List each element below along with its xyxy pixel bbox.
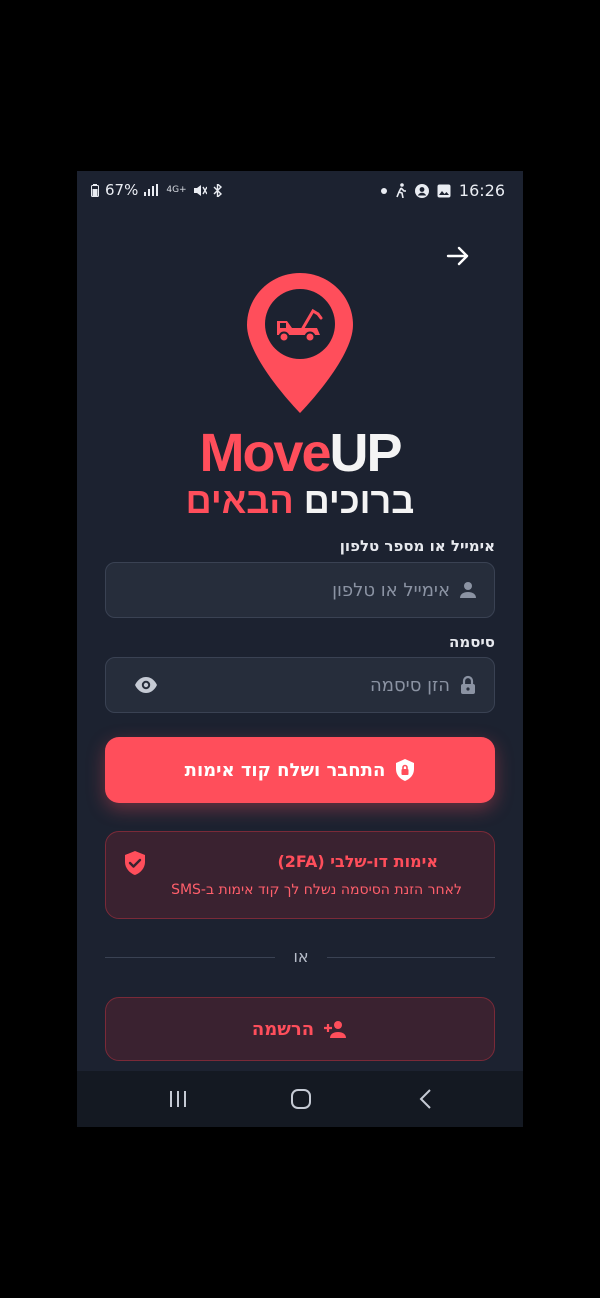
system-nav-bar xyxy=(77,1071,523,1127)
email-placeholder: אימייל או טלפון xyxy=(332,579,450,601)
app-logo-text: MoveUP xyxy=(77,423,523,483)
status-right: 16:26 xyxy=(380,181,505,200)
shield-check-icon xyxy=(125,851,145,875)
status-time: 16:26 xyxy=(458,181,505,200)
email-field[interactable]: אימייל או טלפון xyxy=(105,562,495,618)
battery-percent: 67% xyxy=(105,181,139,199)
back-chevron-icon[interactable] xyxy=(411,1087,441,1111)
recents-icon[interactable] xyxy=(163,1087,193,1111)
mute-icon xyxy=(193,184,207,196)
password-field[interactable]: הזן סיסמה xyxy=(105,657,495,713)
password-field-content: הזן סיסמה xyxy=(370,658,478,712)
twofa-subtitle: לאחר הזנת הסיסמה נשלח לך קוד אימות ב-SMS xyxy=(171,882,462,898)
person-icon xyxy=(460,582,476,598)
twofa-notice: אימות דו-שלבי (2FA) לאחר הזנת הסיסמה נשל… xyxy=(105,831,495,919)
lock-icon xyxy=(461,675,475,694)
tow-truck-pin-icon xyxy=(247,273,353,413)
app-screen: 67% 4G+ 16:26 MoveUP ברוכים הבאים אימייל… xyxy=(77,171,523,1127)
twofa-title: אימות דו-שלבי (2FA) xyxy=(277,852,438,871)
home-icon[interactable] xyxy=(286,1087,316,1111)
arrow-right-icon[interactable] xyxy=(445,243,471,269)
image-icon xyxy=(437,184,451,197)
email-label: אימייל או מספר טלפון xyxy=(339,537,495,555)
status-bar: 67% 4G+ 16:26 xyxy=(77,171,523,209)
person-add-icon xyxy=(324,1021,347,1038)
login-send-code-button[interactable]: התחבר ושלח קוד אימות xyxy=(105,737,495,803)
brand-name-up: UP xyxy=(329,423,403,483)
welcome-red: הבאים xyxy=(185,480,294,521)
dot-icon xyxy=(380,187,387,194)
signal-icon xyxy=(144,184,159,196)
account-icon xyxy=(414,183,429,198)
bluetooth-icon xyxy=(213,183,222,197)
eye-icon[interactable] xyxy=(134,675,158,695)
brand-block: MoveUP ברוכים הבאים xyxy=(77,423,523,521)
divider-right xyxy=(327,957,495,958)
login-button-label: התחבר ושלח קוד אימות xyxy=(184,759,386,781)
network-type: 4G+ xyxy=(166,185,187,195)
register-label: הרשמה xyxy=(251,1018,315,1040)
shield-lock-icon xyxy=(396,759,415,781)
email-field-content: אימייל או טלפון xyxy=(332,563,478,617)
welcome-title: ברוכים הבאים xyxy=(77,481,523,521)
walk-icon xyxy=(396,183,406,198)
battery-icon xyxy=(91,183,99,197)
password-label: סיסמה xyxy=(449,633,495,651)
register-button[interactable]: הרשמה xyxy=(105,997,495,1061)
password-placeholder: הזן סיסמה xyxy=(370,674,450,696)
divider-left xyxy=(105,957,275,958)
status-left: 67% 4G+ xyxy=(91,181,223,199)
or-divider-text: או xyxy=(293,947,309,966)
brand-name-move: Move xyxy=(199,423,331,483)
welcome-white: ברוכים xyxy=(303,480,415,521)
